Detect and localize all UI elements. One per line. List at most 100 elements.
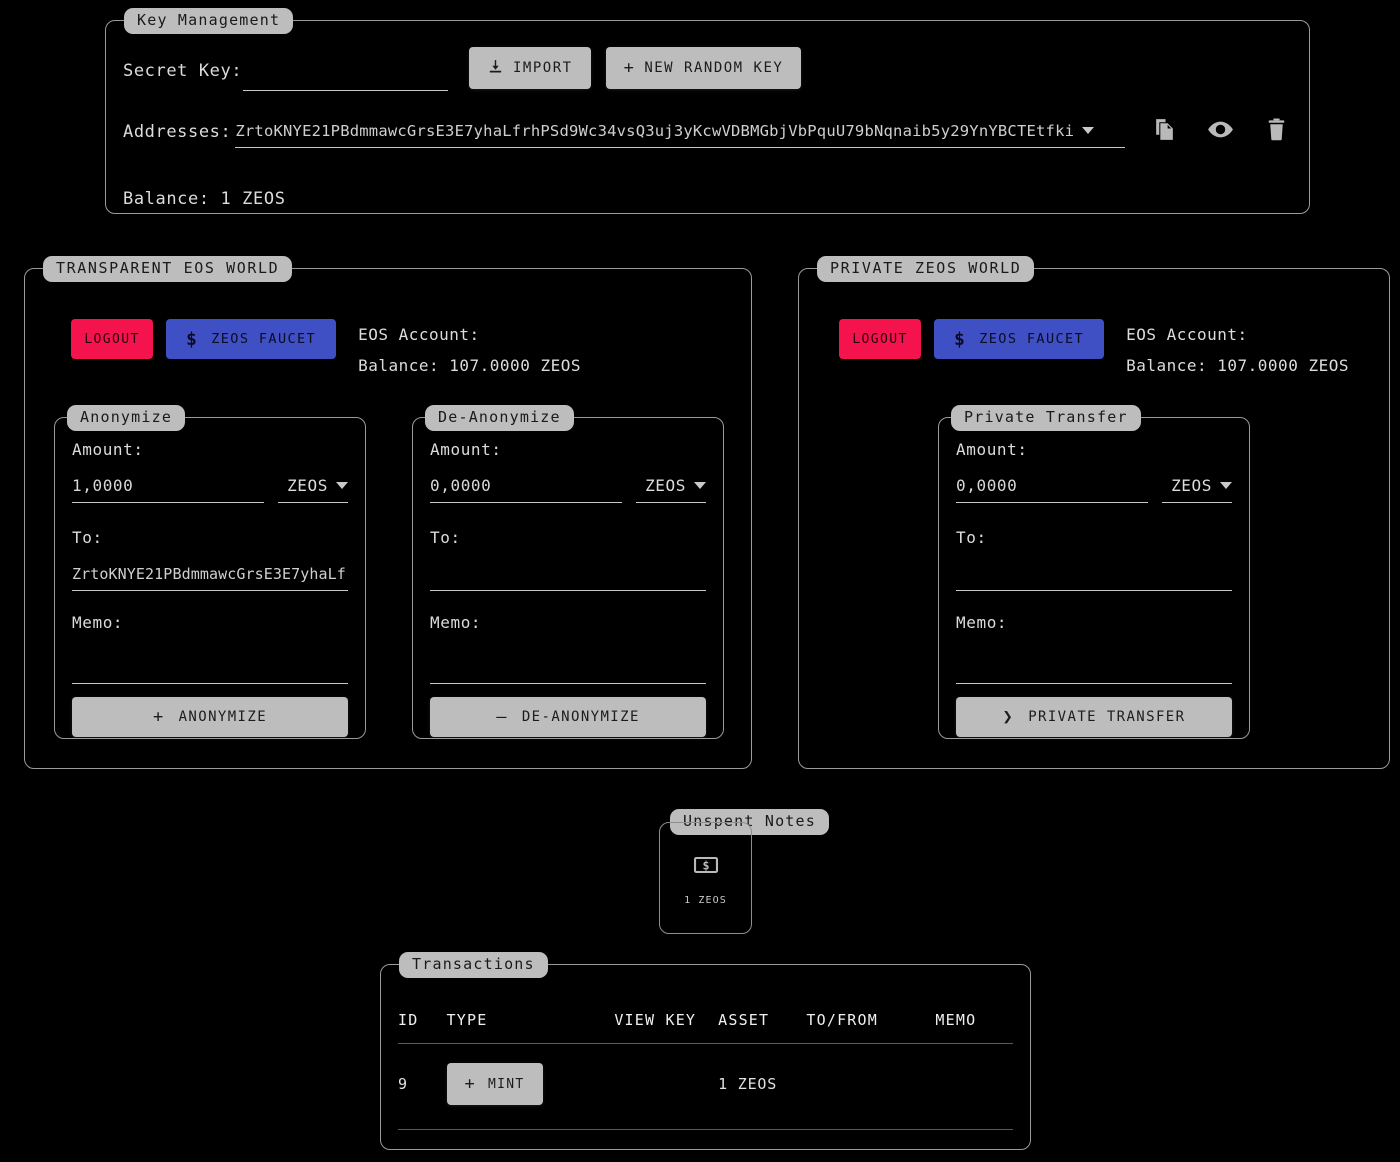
- addresses-label: Addresses:: [123, 122, 232, 142]
- secret-key-row: Secret Key: IMPORT + NEW RANDOM KEY: [123, 47, 802, 91]
- table-bottom-divider: [398, 1129, 1013, 1130]
- private-faucet-label: ZEOS FAUCET: [979, 331, 1085, 347]
- anonymize-button-label: ANONYMIZE: [178, 709, 268, 725]
- delete-address-button[interactable]: [1259, 114, 1293, 148]
- mint-label: MINT: [488, 1076, 525, 1092]
- anonymize-amount-label: Amount:: [72, 440, 144, 459]
- cell-type: + MINT: [446, 1063, 615, 1105]
- transactions-table: ID TYPE VIEW KEY ASSET TO/FROM MEMO 9 + …: [398, 997, 1013, 1124]
- deanonymize-amount-row: 0,0000 ZEOS: [430, 476, 706, 503]
- private-transfer-asset-value: ZEOS: [1171, 476, 1212, 495]
- private-transfer-to-label: To:: [956, 528, 987, 547]
- key-balance: Balance: 1 ZEOS: [123, 189, 286, 209]
- svg-text:$: $: [702, 858, 709, 872]
- unspent-note-item[interactable]: $ 1 ZEOS: [659, 822, 752, 934]
- anonymize-asset-select[interactable]: ZEOS: [278, 476, 348, 503]
- anonymize-card: Anonymize Amount: 1,0000 ZEOS To: ZrtoKN…: [54, 405, 366, 739]
- new-random-key-label: NEW RANDOM KEY: [644, 60, 784, 76]
- private-transfer-submit-button[interactable]: ❯ PRIVATE TRANSFER: [956, 697, 1232, 737]
- private-eos-account-label: EOS Account:: [1126, 325, 1248, 344]
- deanonymize-amount-label: Amount:: [430, 440, 502, 459]
- copy-address-button[interactable]: [1147, 114, 1181, 148]
- deanonymize-submit-button[interactable]: — DE-ANONYMIZE: [430, 697, 706, 737]
- column-header-id: ID: [398, 1011, 419, 1029]
- transparent-account-info: EOS Account: Balance: 107.0000 ZEOS: [358, 319, 581, 381]
- deanonymize-asset-value: ZEOS: [645, 476, 686, 495]
- deanonymize-amount-input[interactable]: 0,0000: [430, 476, 622, 503]
- anonymize-legend: Anonymize: [67, 405, 186, 431]
- key-balance-label: Balance: 1 ZEOS: [123, 189, 286, 209]
- unspent-note-amount: 1 ZEOS: [684, 894, 727, 906]
- copy-icon: [1152, 117, 1177, 146]
- transactions-panel: Transactions ID TYPE VIEW KEY ASSET TO/F…: [380, 952, 1031, 1150]
- chevron-down-icon: [1220, 482, 1232, 489]
- transparent-logout-button[interactable]: LOGOUT: [71, 319, 153, 359]
- import-button[interactable]: IMPORT: [469, 47, 591, 89]
- private-world-legend: PRIVATE ZEOS WORLD: [817, 256, 1035, 282]
- anonymize-memo-input[interactable]: [72, 636, 348, 684]
- minus-icon: —: [496, 706, 508, 727]
- anonymize-asset-value: ZEOS: [287, 476, 328, 495]
- private-transfer-form: Amount: 0,0000 ZEOS To: Memo: ❯ PRIVATE …: [956, 440, 1232, 737]
- private-transfer-card: Private Transfer Amount: 0,0000 ZEOS To:…: [938, 405, 1250, 739]
- deanonymize-to-label: To:: [430, 528, 461, 547]
- anonymize-to-label: To:: [72, 528, 103, 547]
- transparent-balance-label: Balance: 107.0000 ZEOS: [358, 356, 581, 375]
- plus-icon: +: [623, 57, 636, 78]
- secret-key-input[interactable]: [243, 55, 448, 91]
- chevron-down-icon: [694, 482, 706, 489]
- anonymize-to-input[interactable]: ZrtoKNYE21PBdmmawcGrsE3E7yhaLfrhPSd9Wc34…: [72, 552, 348, 591]
- anonymize-submit-button[interactable]: + ANONYMIZE: [72, 697, 348, 737]
- addresses-row: Addresses: ZrtoKNYE21PBdmmawcGrsE3E7yhaL…: [123, 114, 1293, 148]
- private-transfer-memo-input[interactable]: [956, 636, 1232, 684]
- deanonymize-asset-select[interactable]: ZEOS: [636, 476, 706, 503]
- address-value: ZrtoKNYE21PBdmmawcGrsE3E7yhaLfrhPSd9Wc34…: [235, 121, 1075, 140]
- transparent-faucet-label: ZEOS FAUCET: [211, 331, 317, 347]
- anonymize-amount-input[interactable]: 1,0000: [72, 476, 264, 503]
- dollar-icon: $: [954, 328, 967, 350]
- private-transfer-amount-input[interactable]: 0,0000: [956, 476, 1148, 503]
- column-header-tofrom: TO/FROM: [806, 1011, 878, 1029]
- plus-icon: +: [152, 706, 165, 727]
- private-balance-label: Balance: 107.0000 ZEOS: [1126, 356, 1349, 375]
- new-random-key-button[interactable]: + NEW RANDOM KEY: [605, 47, 802, 89]
- download-icon: [487, 58, 504, 79]
- deanonymize-legend: De-Anonymize: [425, 405, 574, 431]
- anonymize-amount-row: 1,0000 ZEOS: [72, 476, 348, 503]
- key-management-panel: Key Management Secret Key: IMPORT + NEW …: [105, 8, 1310, 214]
- deanonymize-to-input[interactable]: [430, 552, 706, 591]
- deanonymize-card: De-Anonymize Amount: 0,0000 ZEOS To: Mem…: [412, 405, 724, 739]
- trash-icon: [1264, 117, 1289, 146]
- money-note-icon: $: [692, 851, 720, 883]
- deanonymize-memo-label: Memo:: [430, 613, 482, 632]
- private-zeos-faucet-button[interactable]: $ ZEOS FAUCET: [934, 319, 1105, 359]
- deanonymize-memo-input[interactable]: [430, 636, 706, 684]
- private-transfer-asset-select[interactable]: ZEOS: [1162, 476, 1232, 503]
- unspent-notes-panel: Unspent Notes $ 1 ZEOS: [659, 809, 833, 934]
- transparent-zeos-faucet-button[interactable]: $ ZEOS FAUCET: [166, 319, 337, 359]
- show-address-button[interactable]: [1203, 114, 1237, 148]
- private-transfer-amount-label: Amount:: [956, 440, 1028, 459]
- column-header-asset: ASSET: [718, 1011, 770, 1029]
- anonymize-form: Amount: 1,0000 ZEOS To: ZrtoKNYE21PBdmma…: [72, 440, 348, 737]
- deanonymize-form: Amount: 0,0000 ZEOS To: Memo: — DE-ANONY…: [430, 440, 706, 737]
- private-transfer-legend: Private Transfer: [951, 405, 1141, 431]
- secret-key-label: Secret Key:: [123, 61, 243, 81]
- table-row: 9 + MINT 1 ZEOS: [398, 1044, 1013, 1124]
- mint-type-button[interactable]: + MINT: [446, 1063, 543, 1105]
- transparent-world-header: LOGOUT $ ZEOS FAUCET EOS Account: Balanc…: [71, 319, 581, 381]
- private-world-header: LOGOUT $ ZEOS FAUCET EOS Account: Balanc…: [839, 319, 1349, 381]
- addresses-select[interactable]: ZrtoKNYE21PBdmmawcGrsE3E7yhaLfrhPSd9Wc34…: [235, 116, 1125, 148]
- transparent-eos-account-label: EOS Account:: [358, 325, 480, 344]
- private-transfer-to-input[interactable]: [956, 552, 1232, 591]
- private-transfer-memo-label: Memo:: [956, 613, 1008, 632]
- transparent-eos-world-panel: TRANSPARENT EOS WORLD LOGOUT $ ZEOS FAUC…: [24, 256, 752, 769]
- column-header-memo: MEMO: [935, 1011, 977, 1029]
- transparent-world-legend: TRANSPARENT EOS WORLD: [43, 256, 293, 282]
- private-account-info: EOS Account: Balance: 107.0000 ZEOS: [1126, 319, 1349, 381]
- chevron-right-icon: ❯: [1002, 706, 1015, 727]
- import-button-label: IMPORT: [513, 60, 573, 76]
- private-transfer-amount-row: 0,0000 ZEOS: [956, 476, 1232, 503]
- plus-icon: +: [464, 1073, 477, 1094]
- private-logout-button[interactable]: LOGOUT: [839, 319, 921, 359]
